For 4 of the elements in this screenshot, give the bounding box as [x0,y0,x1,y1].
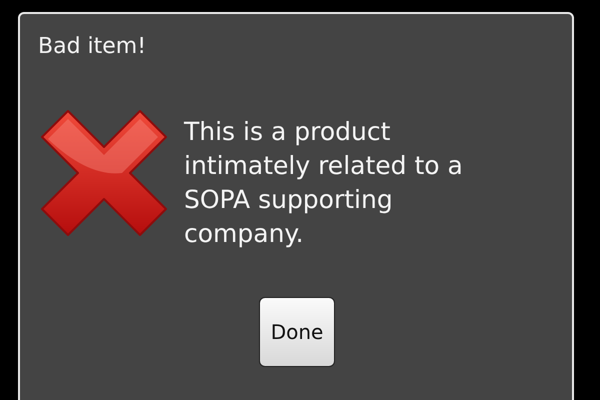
dialog-message: This is a product intimately related to a SOPA supporting company. [184,116,464,250]
done-button[interactable]: Done [259,297,335,367]
dialog-title: Bad item! [38,34,146,59]
error-cross-icon [38,107,170,239]
